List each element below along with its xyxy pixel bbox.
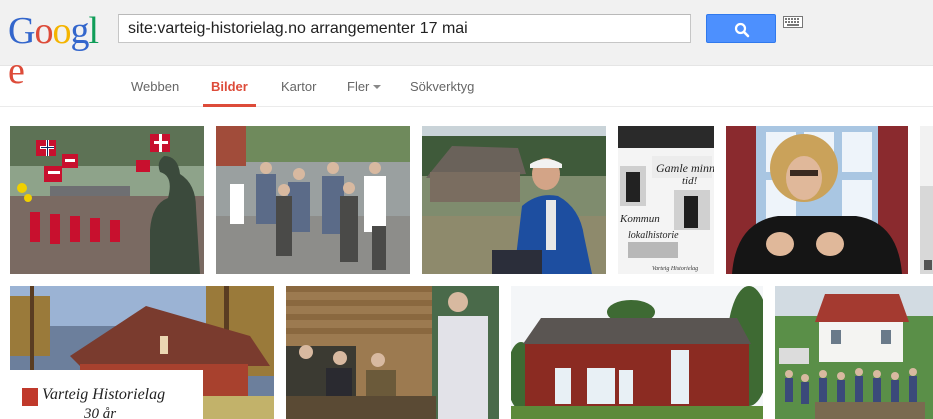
tab-label: Kartor	[281, 79, 317, 94]
search-button[interactable]	[706, 14, 776, 43]
logo-letter: l	[88, 10, 99, 52]
tab-sokverktyg[interactable]: Sökverktyg	[410, 79, 474, 107]
chevron-down-icon	[373, 85, 382, 89]
nav-bar: Webben Bilder Kartor Fler Sökverktyg	[0, 67, 933, 107]
google-logo[interactable]: Google	[8, 10, 108, 91]
image-result-parade[interactable]	[10, 126, 204, 274]
poster-text: Gamle minner	[656, 161, 714, 175]
tab-label: Fler	[347, 79, 370, 94]
image-result-wig-man[interactable]	[726, 126, 908, 274]
tab-webben[interactable]: Webben	[131, 79, 179, 107]
search-input[interactable]	[119, 15, 629, 42]
tab-kartor[interactable]: Kartor	[281, 79, 316, 107]
tab-label: Bilder	[211, 79, 248, 94]
image-result-red-barn[interactable]	[511, 286, 763, 419]
tab-label: Webben	[131, 79, 180, 94]
image-result-partial[interactable]	[920, 126, 933, 274]
search-icon	[734, 22, 750, 38]
top-bar: Google	[0, 0, 933, 91]
image-caption: Varteig Historielag 30 år	[10, 370, 203, 419]
poster-text: Kommun	[619, 213, 660, 225]
image-result-cabin-room[interactable]	[286, 286, 499, 419]
poster-text: lokalhistorie	[628, 230, 679, 241]
tab-fler[interactable]: Fler	[347, 79, 382, 107]
logo-letter: o	[52, 10, 71, 52]
logo-letter: G	[8, 10, 35, 52]
image-result-old-man[interactable]	[422, 126, 606, 274]
logo-letter: g	[70, 10, 89, 52]
search-box[interactable]	[118, 14, 803, 43]
caption-subtitle: 30 år	[84, 406, 117, 419]
tab-bilder[interactable]: Bilder	[203, 79, 256, 107]
poster-text: Varteig Historielag	[652, 266, 698, 272]
image-result-white-house[interactable]	[775, 286, 933, 419]
image-result-crowd[interactable]	[216, 126, 410, 274]
tab-label: Sökverktyg	[410, 79, 475, 94]
keyboard-icon[interactable]	[783, 15, 803, 28]
image-result-poster[interactable]: Gamle minner tid! Kommun lokalhistorie V…	[618, 126, 714, 274]
coat-of-arms-icon	[22, 388, 38, 406]
caption-title: Varteig Historielag	[42, 386, 166, 403]
logo-letter: o	[34, 10, 53, 52]
poster-text: tid!	[682, 175, 698, 187]
